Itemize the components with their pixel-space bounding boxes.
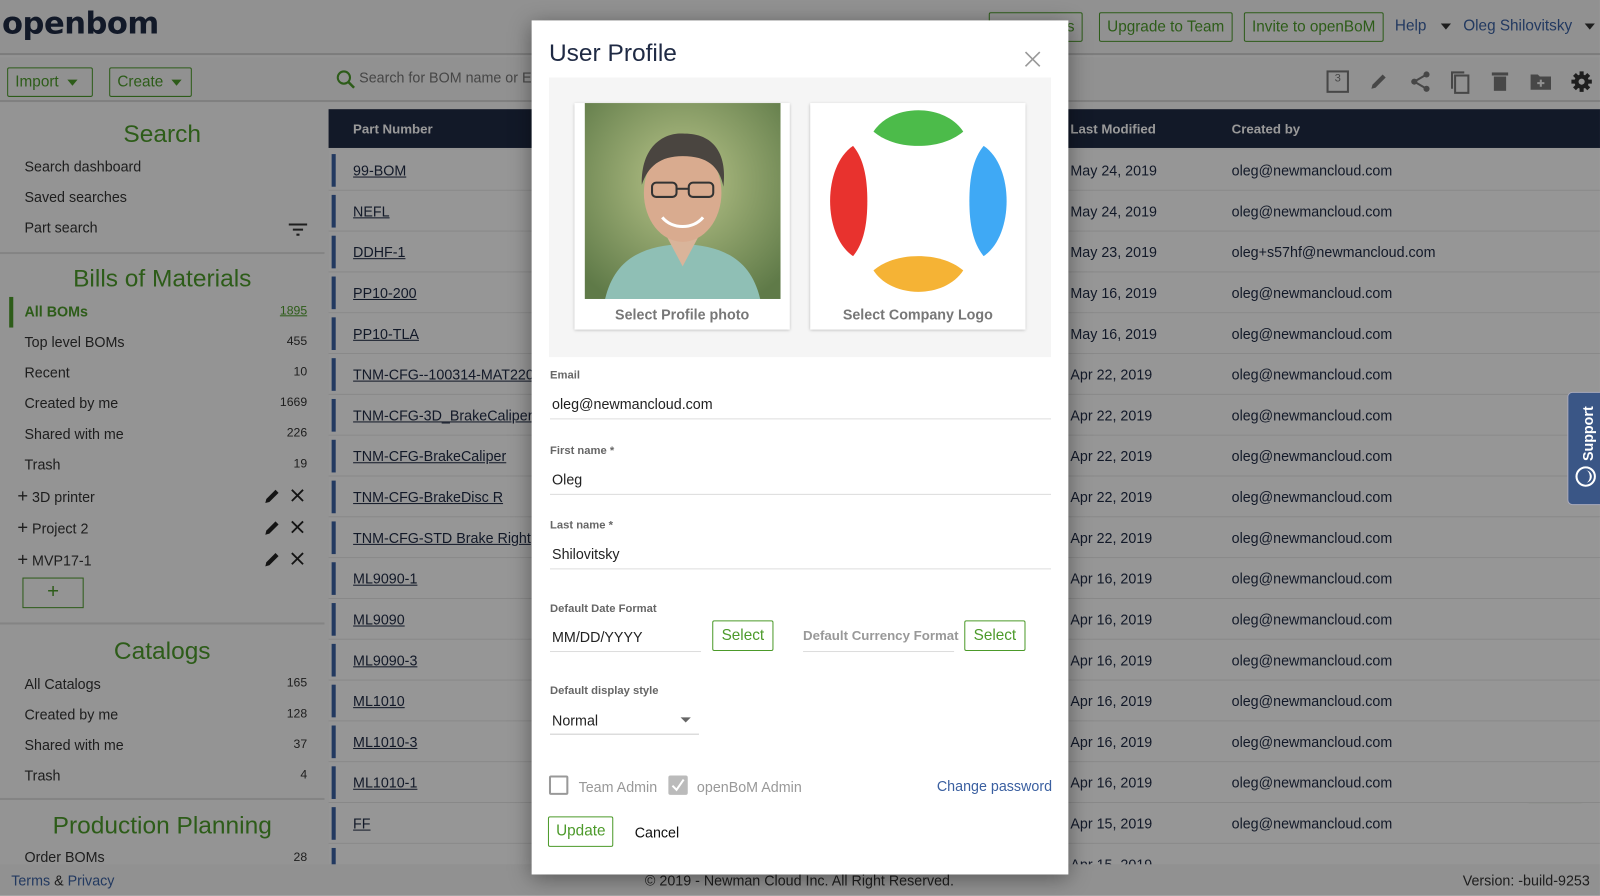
logo-green-segment <box>873 110 964 146</box>
last-name-label: Last name * <box>549 519 614 532</box>
close-icon[interactable] <box>1024 51 1041 67</box>
openbom-admin-label: openBoM Admin <box>696 778 802 795</box>
first-name-label: First name * <box>549 444 615 458</box>
team-admin-checkbox[interactable] <box>548 775 569 795</box>
update-button[interactable]: Update <box>547 816 614 847</box>
field-underline <box>549 418 1052 420</box>
profile-photo-card[interactable]: Select Profile photo <box>574 103 790 330</box>
currency-format-label: Default Currency Format <box>803 627 959 643</box>
logo-yellow-segment <box>873 256 964 292</box>
support-icon <box>1575 466 1596 487</box>
email-label: Email <box>549 369 580 382</box>
profile-photo <box>584 103 781 299</box>
display-style-label: Default display style <box>549 684 659 697</box>
user-profile-dialog: User Profile Select Profile photo Select… <box>531 20 1069 875</box>
checkmark-icon <box>671 779 685 792</box>
last-name-field[interactable]: Shilovitsky <box>552 546 1050 562</box>
date-format-label: Default Date Format <box>549 603 657 616</box>
field-underline <box>549 651 702 653</box>
chevron-down-icon <box>680 717 691 723</box>
select-company-logo-label[interactable]: Select Company Logo <box>810 306 1025 322</box>
field-underline <box>549 568 1052 570</box>
logo-red-segment <box>830 145 868 257</box>
company-logo <box>830 110 1007 292</box>
email-field[interactable]: oleg@newmancloud.com <box>552 396 1050 412</box>
date-format-field[interactable]: MM/DD/YYYY <box>552 629 642 645</box>
openbom-admin-checkbox[interactable] <box>668 775 688 795</box>
image-selection-area: Select Profile photo Select Company Logo <box>548 77 1052 358</box>
field-underline <box>803 651 955 653</box>
select-profile-photo-label[interactable]: Select Profile photo <box>574 306 789 322</box>
logo-blue-segment <box>969 145 1007 257</box>
currency-format-select-button[interactable]: Select <box>964 620 1026 652</box>
company-logo-card[interactable]: Select Company Logo <box>810 103 1026 330</box>
support-label: Support <box>1579 406 1596 462</box>
cancel-button[interactable]: Cancel <box>635 824 679 840</box>
display-style-select[interactable]: Normal <box>549 710 699 735</box>
first-name-field[interactable]: Oleg <box>552 471 1050 487</box>
dialog-title: User Profile <box>548 39 677 68</box>
support-tab[interactable]: Support <box>1567 391 1600 506</box>
field-underline <box>549 493 1052 495</box>
change-password-link[interactable]: Change password <box>937 778 1052 794</box>
date-format-select-button[interactable]: Select <box>712 620 774 652</box>
team-admin-label: Team Admin <box>578 778 658 795</box>
